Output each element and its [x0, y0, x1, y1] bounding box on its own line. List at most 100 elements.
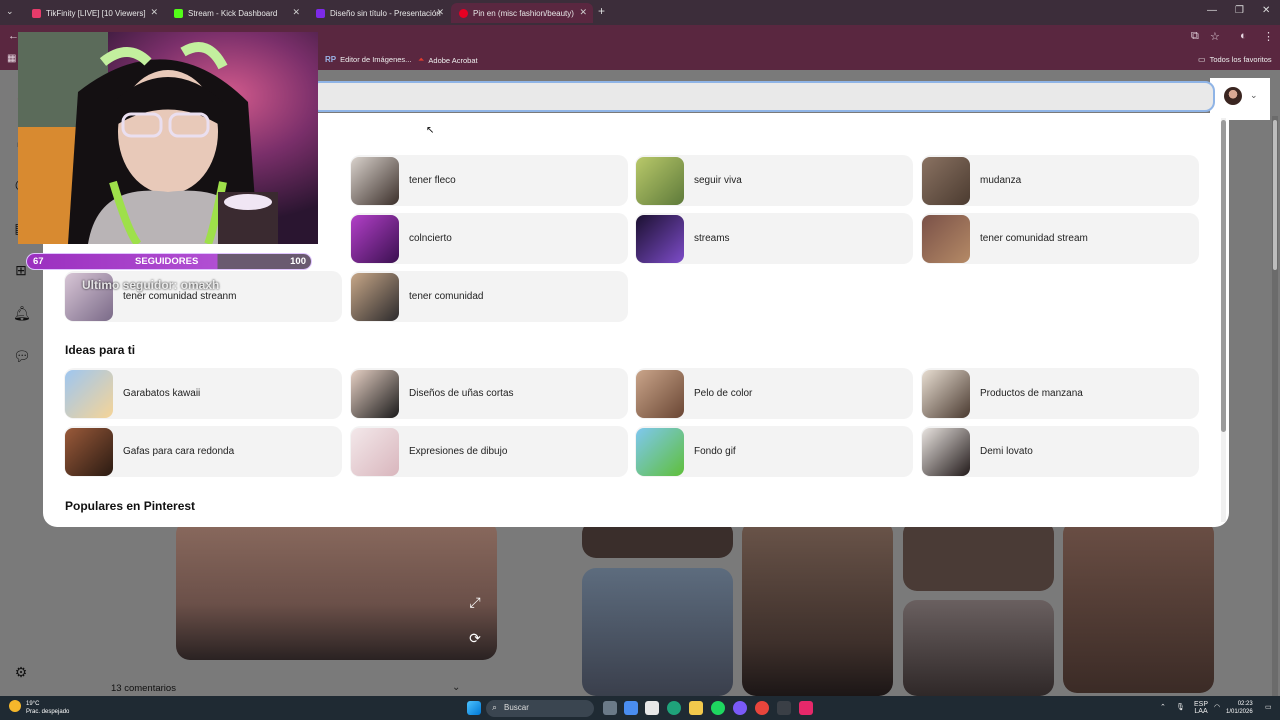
visual-search-icon[interactable]: ⟳	[464, 627, 486, 649]
maximize-icon[interactable]: ❐	[1235, 5, 1244, 16]
recent-search-card[interactable]: mudanza	[921, 155, 1199, 206]
taskbar-search[interactable]: ⌕ Buscar	[486, 700, 594, 717]
close-window-icon[interactable]: ✕	[1262, 5, 1270, 16]
chevron-down-icon[interactable]: ⌄	[1250, 90, 1258, 101]
tab-pinterest[interactable]: Pin en (misc fashion/beauty) ✕	[451, 3, 593, 23]
search-placeholder: Buscar	[504, 703, 529, 712]
avatar[interactable]	[1224, 87, 1242, 105]
windows-taskbar	[0, 696, 1280, 720]
store-icon[interactable]	[645, 701, 659, 715]
recent-search-card[interactable]: tener comunidad stream	[921, 213, 1199, 264]
idea-label: Gafas para cara redonda	[123, 446, 235, 457]
recent-search-card[interactable]: seguir viva	[635, 155, 913, 206]
clock[interactable]: 02:23 1/01/2026	[1226, 700, 1253, 716]
wifi-icon[interactable]: ◠	[1214, 703, 1220, 711]
tiktok-icon[interactable]	[799, 701, 813, 715]
idea-label: Productos de manzana	[980, 388, 1083, 399]
windows-start-icon[interactable]	[467, 701, 481, 715]
language-indicator[interactable]: ESP LAA	[1194, 701, 1208, 715]
recent-search-thumbnail	[922, 214, 970, 263]
menu-kebab-icon[interactable]: ⋮	[1263, 30, 1274, 43]
recent-search-label: tener comunidad	[409, 291, 484, 302]
last-follower-text: Ultimo seguidor: omaxh	[82, 278, 220, 292]
acrobat-icon: ⏶	[418, 55, 425, 64]
pin-image[interactable]	[582, 568, 733, 696]
pin-image[interactable]	[742, 520, 893, 696]
discord-icon[interactable]	[733, 701, 747, 715]
tikfinity-icon	[32, 8, 41, 18]
idea-thumbnail	[65, 427, 113, 476]
idea-card[interactable]: Gafas para cara redonda	[64, 426, 342, 477]
file-explorer-icon[interactable]	[689, 701, 703, 715]
recent-search-thumbnail	[351, 214, 399, 263]
tab-tikfinity[interactable]: TikFinity [LIVE] [10 Viewers] ✕	[24, 3, 164, 23]
tray-chevron-up-icon[interactable]: ⌃	[1160, 703, 1166, 711]
recent-search-label: seguir viva	[694, 175, 742, 186]
chrome-icon[interactable]	[755, 701, 769, 715]
recent-search-label: tener comunidad streanm	[123, 291, 237, 302]
idea-card[interactable]: Diseños de uñas cortas	[350, 368, 628, 419]
pin-image[interactable]	[176, 520, 497, 660]
tab-canva[interactable]: Diseño sin título - Presentación ✕	[308, 3, 450, 23]
idea-label: Expresiones de dibujo	[409, 446, 508, 457]
mic-icon[interactable]: 🎙︎	[1176, 703, 1185, 711]
extension-icon[interactable]: ◐	[1240, 30, 1247, 42]
minimize-icon[interactable]: —	[1207, 5, 1217, 16]
task-view-icon[interactable]	[603, 701, 617, 715]
idea-card[interactable]: Demi lovato	[921, 426, 1199, 477]
copilot-icon[interactable]	[624, 701, 638, 715]
tab-title: Diseño sin título - Presentación	[330, 8, 441, 18]
idea-thumbnail	[351, 369, 399, 418]
recent-search-card[interactable]: streams	[635, 213, 913, 264]
idea-label: Pelo de color	[694, 388, 753, 399]
page-scrollbar-thumb[interactable]	[1273, 120, 1277, 270]
tab-close-icon[interactable]: ✕	[292, 7, 300, 18]
pin-image[interactable]	[1063, 520, 1214, 693]
spotify-icon[interactable]	[711, 701, 725, 715]
webcam-video	[18, 32, 318, 244]
idea-thumbnail	[351, 427, 399, 476]
all-bookmarks-folder[interactable]: ▭ Todos los favoritos	[1198, 55, 1272, 64]
recent-search-card[interactable]: tener fleco	[350, 155, 628, 206]
weather-sun-icon[interactable]	[9, 700, 21, 712]
idea-card[interactable]: Productos de manzana	[921, 368, 1199, 419]
weather-widget[interactable]: 19°C Prac. despejado	[26, 700, 69, 716]
new-tab-icon[interactable]: +	[598, 4, 605, 18]
tab-search-chevron-icon[interactable]: ⌄	[6, 6, 14, 17]
cast-icon[interactable]: ⧉	[1191, 30, 1199, 43]
idea-card[interactable]: Fondo gif	[635, 426, 913, 477]
obs-icon[interactable]	[777, 701, 791, 715]
clock-date: 1/01/2026	[1226, 709, 1253, 715]
idea-card[interactable]: Garabatos kawaii	[64, 368, 342, 419]
expand-icon[interactable]: ⤢	[464, 591, 486, 613]
recent-search-card[interactable]: colncierto	[350, 213, 628, 264]
idea-card[interactable]: Expresiones de dibujo	[350, 426, 628, 477]
suggestions-scrollbar-thumb[interactable]	[1221, 120, 1226, 432]
notifications-bell-icon[interactable]: 🔔︎	[13, 305, 31, 321]
bookmark-item[interactable]: ⏶ Adobe Acrobat	[418, 55, 478, 65]
edge-icon[interactable]	[667, 701, 681, 715]
tab-close-icon[interactable]: ✕	[579, 7, 587, 18]
bookmark-star-icon[interactable]: ☆	[1210, 30, 1220, 43]
pin-image[interactable]	[903, 520, 1054, 591]
settings-gear-icon[interactable]: ⚙	[13, 664, 29, 680]
folder-icon: ▭	[1198, 55, 1206, 64]
followers-label: SEGUIDORES	[135, 256, 199, 267]
recent-search-label: mudanza	[980, 175, 1022, 186]
tab-close-icon[interactable]: ✕	[436, 7, 444, 18]
recent-search-thumbnail	[636, 156, 684, 205]
notifications-icon[interactable]: ▭	[1265, 703, 1272, 711]
comments-count[interactable]: 13 comentarios	[111, 683, 176, 694]
bookmark-item[interactable]: RP Editor de Imágenes...	[325, 55, 411, 64]
pin-image[interactable]	[903, 600, 1054, 696]
chevron-down-icon[interactable]: ⌄	[452, 682, 460, 693]
tab-strip: ⌄ TikFinity [LIVE] [10 Viewers] ✕ Stream…	[0, 0, 1280, 25]
recent-search-label: colncierto	[409, 233, 452, 244]
apps-grid-icon[interactable]: ▦	[7, 53, 16, 64]
tab-close-icon[interactable]: ✕	[150, 7, 158, 18]
messages-icon[interactable]: 💬︎	[13, 348, 31, 364]
idea-card[interactable]: Pelo de color	[635, 368, 913, 419]
recent-search-card[interactable]: tener comunidad	[350, 271, 628, 322]
tab-kick-dashboard[interactable]: Stream - Kick Dashboard ✕	[166, 3, 306, 23]
search-input[interactable]	[310, 81, 1215, 112]
